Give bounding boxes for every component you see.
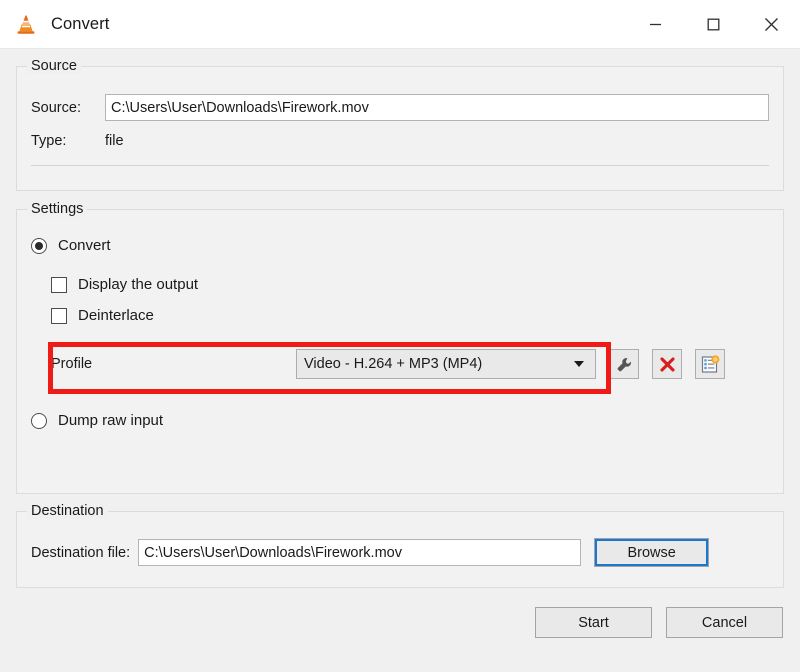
settings-group: Settings Convert Display the output Dein… — [16, 201, 784, 494]
destination-group-title: Destination — [27, 503, 108, 519]
destination-group: Destination Destination file: C:\Users\U… — [16, 503, 784, 588]
minimize-button[interactable] — [626, 0, 684, 48]
browse-button[interactable]: Browse — [594, 538, 710, 567]
convert-radio-button[interactable] — [31, 237, 47, 254]
display-output-row[interactable]: Display the output — [17, 276, 783, 293]
convert-radio-label: Convert — [58, 237, 111, 254]
delete-profile-button[interactable] — [652, 349, 682, 379]
dump-raw-input-radio-button[interactable] — [31, 412, 47, 429]
dialog-footer: Start Cancel — [16, 607, 784, 638]
minimize-icon — [649, 23, 661, 25]
edit-profile-button[interactable] — [609, 349, 639, 379]
source-row: Source: C:\Users\User\Downloads\Firework… — [17, 94, 783, 121]
convert-radio-row[interactable]: Convert — [17, 237, 783, 254]
title-bar: Convert — [0, 0, 800, 49]
dialog-body: Source Source: C:\Users\User\Downloads\F… — [0, 58, 800, 672]
deinterlace-label: Deinterlace — [78, 307, 154, 324]
profile-dropdown[interactable]: Video - H.264 + MP3 (MP4) — [296, 349, 596, 379]
close-button[interactable] — [742, 0, 800, 48]
source-group-title: Source — [27, 58, 81, 74]
destination-row: Destination file: C:\Users\User\Download… — [17, 538, 783, 567]
new-profile-button[interactable] — [695, 349, 725, 379]
source-path-input[interactable]: C:\Users\User\Downloads\Firework.mov — [105, 94, 769, 121]
type-value: file — [105, 133, 124, 149]
close-icon — [764, 17, 778, 31]
settings-group-title: Settings — [27, 201, 88, 217]
new-profile-icon — [701, 354, 719, 373]
maximize-icon — [707, 18, 719, 30]
display-output-label: Display the output — [78, 276, 199, 293]
profile-dropdown-value: Video - H.264 + MP3 (MP4) — [304, 356, 483, 372]
profile-row: Profile Video - H.264 + MP3 (MP4) — [17, 342, 783, 394]
cancel-button[interactable]: Cancel — [666, 607, 783, 638]
type-label: Type: — [31, 133, 67, 149]
dump-raw-input-row[interactable]: Dump raw input — [17, 412, 783, 429]
chevron-down-icon — [574, 361, 584, 367]
destination-file-input[interactable]: C:\Users\User\Downloads\Firework.mov — [138, 539, 582, 566]
profile-label: Profile — [51, 356, 93, 372]
maximize-button[interactable] — [684, 0, 742, 48]
source-label: Source: — [31, 99, 81, 116]
destination-file-label: Destination file: — [31, 544, 131, 561]
source-group: Source Source: C:\Users\User\Downloads\F… — [16, 58, 784, 191]
wrench-icon — [617, 357, 631, 371]
deinterlace-row[interactable]: Deinterlace — [17, 307, 783, 324]
red-x-icon — [659, 356, 675, 372]
source-separator — [31, 165, 769, 166]
window-controls — [626, 0, 800, 48]
vlc-cone-icon — [17, 14, 35, 34]
start-button[interactable]: Start — [535, 607, 652, 638]
dump-raw-input-label: Dump raw input — [58, 412, 164, 429]
window-title: Convert — [51, 14, 110, 33]
display-output-checkbox[interactable] — [51, 276, 67, 293]
deinterlace-checkbox[interactable] — [51, 307, 67, 324]
type-row: Type: file — [17, 133, 783, 149]
